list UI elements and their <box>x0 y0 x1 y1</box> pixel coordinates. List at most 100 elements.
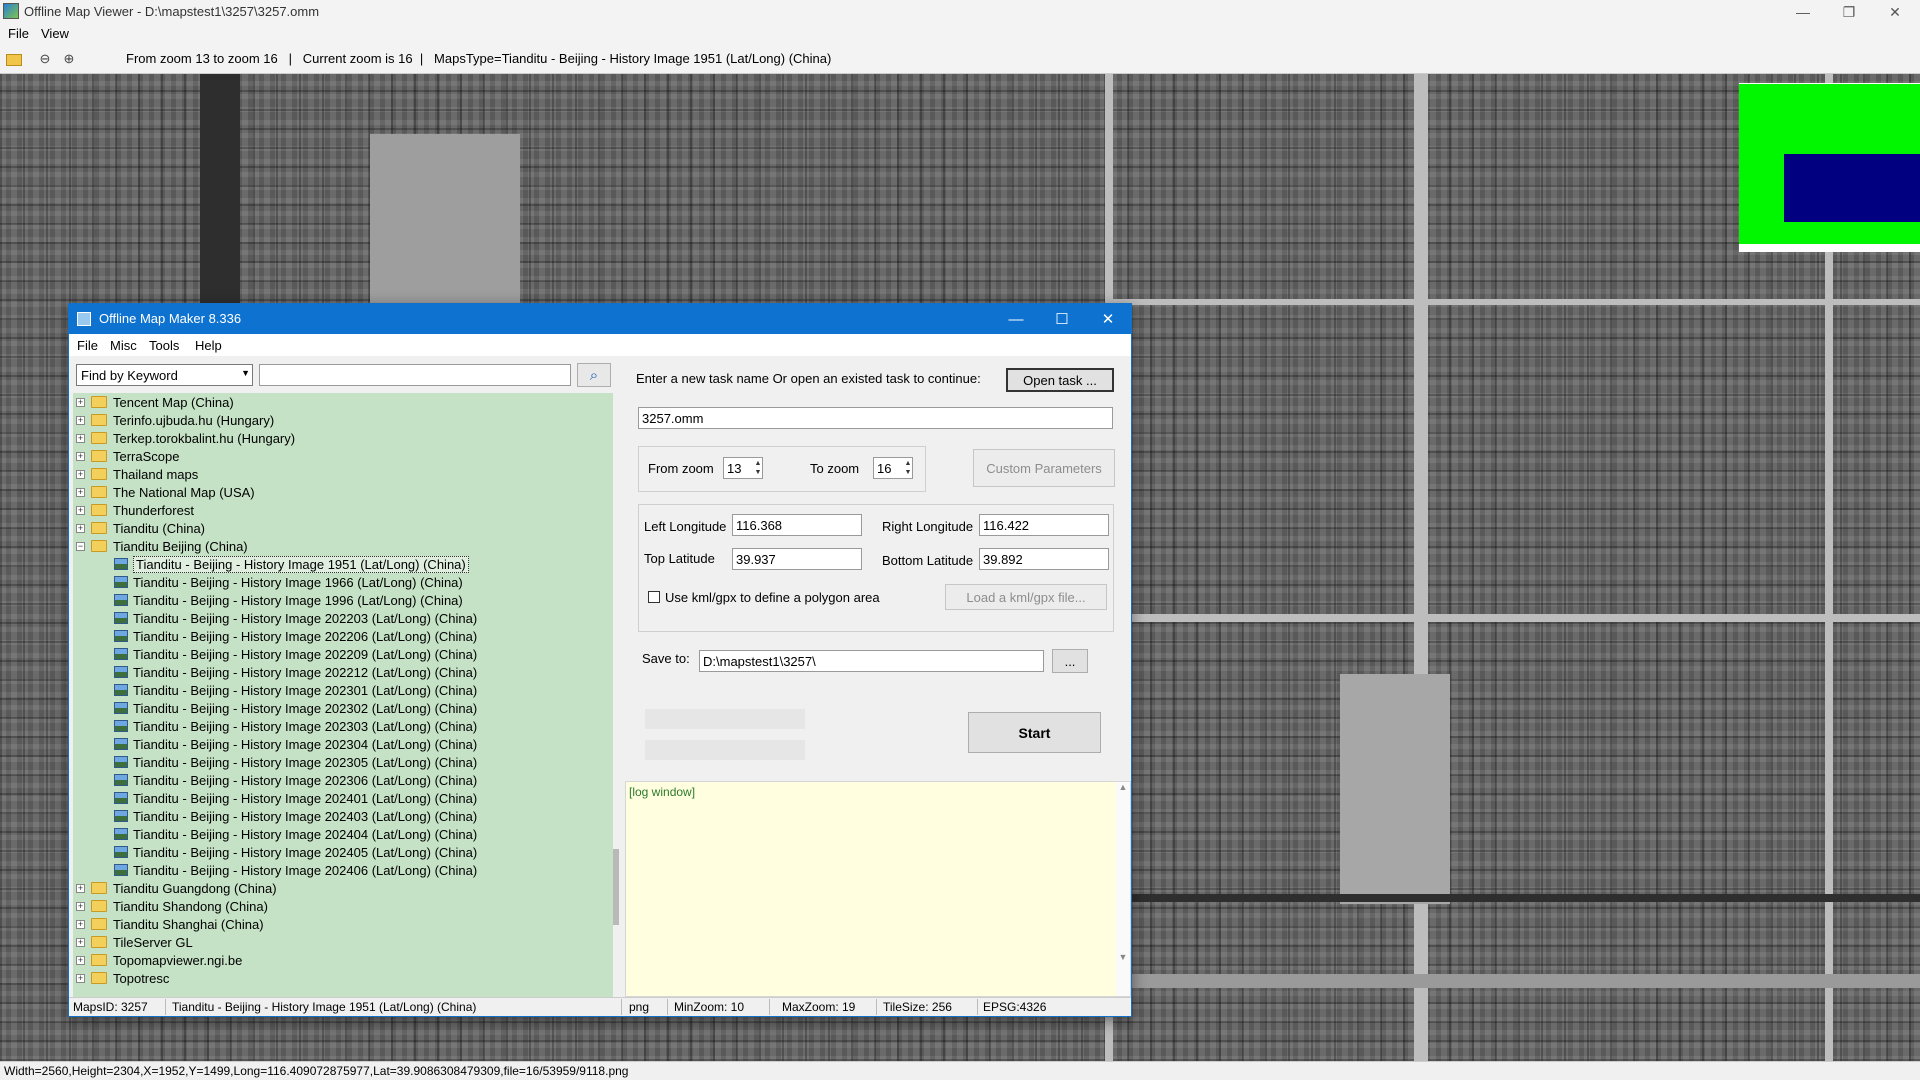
dialog-menu-help[interactable]: Help <box>195 338 222 353</box>
minimize-button[interactable]: — <box>1780 0 1826 24</box>
tree-map-item[interactable]: Tianditu - Beijing - History Image 1951 … <box>114 555 469 573</box>
close-button[interactable]: ✕ <box>1872 0 1918 24</box>
tree-map-item[interactable]: Tianditu - Beijing - History Image 20230… <box>114 699 477 717</box>
dialog-menu-tools[interactable]: Tools <box>149 338 179 353</box>
tree-map-item[interactable]: Tianditu - Beijing - History Image 20230… <box>114 753 477 771</box>
folder-icon <box>91 396 107 408</box>
tree-map-item[interactable]: Tianditu - Beijing - History Image 20240… <box>114 861 477 879</box>
expand-icon[interactable]: + <box>76 919 85 929</box>
tree-map-item[interactable]: Tianditu - Beijing - History Image 20230… <box>114 771 477 789</box>
map-source-tree[interactable]: + Tencent Map (China) + Terinfo.ujbuda.hu (… <box>73 393 613 997</box>
save-to-label: Save to: <box>642 651 690 666</box>
map-image-icon <box>114 594 128 606</box>
open-task-button[interactable]: Open task ... <box>1006 368 1114 392</box>
tree-item-label: Tianditu - Beijing - History Image 20230… <box>133 772 478 788</box>
dialog-menu-misc[interactable]: Misc <box>110 338 137 353</box>
task-name-input[interactable]: 3257.omm <box>638 407 1113 429</box>
from-zoom-stepper[interactable]: ▲ ▼ <box>752 459 764 477</box>
collapse-icon[interactable]: − <box>76 541 85 551</box>
tree-scrollbar-thumb[interactable] <box>613 849 619 925</box>
tree-folder-item[interactable]: + Terkep.torokbalint.hu (Hungary) <box>76 429 295 447</box>
log-window[interactable]: [log window] ▲ ▼ <box>625 781 1131 997</box>
right-longitude-input[interactable]: 116.422 <box>979 514 1109 536</box>
folder-icon <box>91 432 107 444</box>
custom-parameters-button[interactable]: Custom Parameters <box>973 449 1115 487</box>
tree-map-item[interactable]: Tianditu - Beijing - History Image 20240… <box>114 843 477 861</box>
tree-map-item[interactable]: Tianditu - Beijing - History Image 20220… <box>114 645 477 663</box>
expand-icon[interactable]: + <box>76 505 85 515</box>
tree-map-item[interactable]: Tianditu - Beijing - History Image 20240… <box>114 825 477 843</box>
search-input[interactable] <box>259 364 571 386</box>
tree-folder-item[interactable]: + Tianditu Guangdong (China) <box>76 879 277 897</box>
dialog-minimize-button[interactable]: — <box>993 304 1039 334</box>
expand-icon[interactable]: + <box>76 937 85 947</box>
zoom-in-icon[interactable]: ⊕ <box>61 51 77 67</box>
tree-map-item[interactable]: Tianditu - Beijing - History Image 20221… <box>114 663 477 681</box>
to-zoom-label: To zoom <box>810 461 860 476</box>
overview-viewport-rect[interactable] <box>1784 154 1920 222</box>
tree-map-item[interactable]: Tianditu - Beijing - History Image 20230… <box>114 717 477 735</box>
expand-icon[interactable]: + <box>76 955 85 965</box>
expand-icon[interactable]: + <box>76 397 85 407</box>
expand-icon[interactable]: + <box>76 451 85 461</box>
expand-icon[interactable]: + <box>76 973 85 983</box>
restore-button[interactable]: ❐ <box>1826 0 1872 24</box>
expand-icon[interactable]: + <box>76 883 85 893</box>
expand-icon[interactable]: + <box>76 487 85 497</box>
tree-map-item[interactable]: Tianditu - Beijing - History Image 20230… <box>114 735 477 753</box>
tree-folder-item[interactable]: + Topotresc <box>76 969 169 987</box>
menu-file[interactable]: File <box>8 26 29 41</box>
tree-folder-item[interactable]: + TerraScope <box>76 447 179 465</box>
tree-map-item[interactable]: Tianditu - Beijing - History Image 20240… <box>114 789 477 807</box>
tree-item-label: Tianditu - Beijing - History Image 20221… <box>133 664 478 680</box>
bottom-latitude-input[interactable]: 39.892 <box>979 548 1109 570</box>
load-kml-button[interactable]: Load a kml/gpx file... <box>945 584 1107 610</box>
dialog-menu-file[interactable]: File <box>77 338 98 353</box>
log-scrollbar[interactable]: ▲ ▼ <box>1116 782 1130 996</box>
tree-map-item[interactable]: Tianditu - Beijing - History Image 20240… <box>114 807 477 825</box>
tree-map-item[interactable]: Tianditu - Beijing - History Image 20220… <box>114 627 477 645</box>
tree-folder-item[interactable]: + Thunderforest <box>76 501 194 519</box>
search-button[interactable]: ⌕ <box>577 363 611 387</box>
progress-bar-current <box>645 740 805 760</box>
tree-folder-item[interactable]: + Thailand maps <box>76 465 198 483</box>
kml-checkbox[interactable] <box>648 591 660 603</box>
open-folder-icon[interactable] <box>6 54 22 66</box>
tree-item-label: Tianditu Beijing (China) <box>113 538 248 554</box>
left-longitude-input[interactable]: 116.368 <box>732 514 862 536</box>
zoom-out-icon[interactable]: ⊖ <box>37 51 53 67</box>
tree-folder-item[interactable]: + The National Map (USA) <box>76 483 255 501</box>
tree-folder-item[interactable]: + Tianditu (China) <box>76 519 205 537</box>
find-mode-select[interactable]: Find by Keyword ▼ <box>76 364 253 386</box>
tree-item-label: Tianditu - Beijing - History Image 20220… <box>133 610 478 626</box>
map-image-icon <box>114 810 128 822</box>
tree-map-item[interactable]: Tianditu - Beijing - History Image 1996 … <box>114 591 463 609</box>
tree-item-label: Tianditu - Beijing - History Image 20230… <box>133 736 478 752</box>
to-zoom-stepper[interactable]: ▲ ▼ <box>902 459 914 477</box>
browse-button[interactable]: ... <box>1052 649 1088 673</box>
tree-folder-item[interactable]: + TileServer GL <box>76 933 193 951</box>
dialog-maximize-button[interactable]: ☐ <box>1039 304 1085 334</box>
tree-folder-item[interactable]: + Terinfo.ujbuda.hu (Hungary) <box>76 411 274 429</box>
tree-folder-item[interactable]: + Tencent Map (China) <box>76 393 234 411</box>
tree-map-item[interactable]: Tianditu - Beijing - History Image 1966 … <box>114 573 463 591</box>
expand-icon[interactable]: + <box>76 415 85 425</box>
main-toolbar: ⊖ ⊕ From zoom 13 to zoom 16 | Current zo… <box>0 44 1920 74</box>
expand-icon[interactable]: + <box>76 433 85 443</box>
tree-map-item[interactable]: Tianditu - Beijing - History Image 20220… <box>114 609 477 627</box>
expand-icon[interactable]: + <box>76 469 85 479</box>
tree-folder-item[interactable]: + Tianditu Shandong (China) <box>76 897 268 915</box>
start-button[interactable]: Start <box>968 712 1101 753</box>
menu-view[interactable]: View <box>41 26 69 41</box>
dialog-close-button[interactable]: ✕ <box>1085 304 1131 334</box>
save-to-input[interactable]: D:\mapstest1\3257\ <box>699 650 1044 672</box>
tree-map-item[interactable]: Tianditu - Beijing - History Image 20230… <box>114 681 477 699</box>
expand-icon[interactable]: + <box>76 523 85 533</box>
tree-folder-item[interactable]: + Tianditu Shanghai (China) <box>76 915 264 933</box>
expand-icon[interactable]: + <box>76 901 85 911</box>
map-image-icon <box>114 702 128 714</box>
tree-folder-item[interactable]: − Tianditu Beijing (China) <box>76 537 248 555</box>
tree-item-label: Tianditu - Beijing - History Image 1996 … <box>133 592 463 608</box>
tree-folder-item[interactable]: + Topomapviewer.ngi.be <box>76 951 242 969</box>
top-latitude-input[interactable]: 39.937 <box>732 548 862 570</box>
